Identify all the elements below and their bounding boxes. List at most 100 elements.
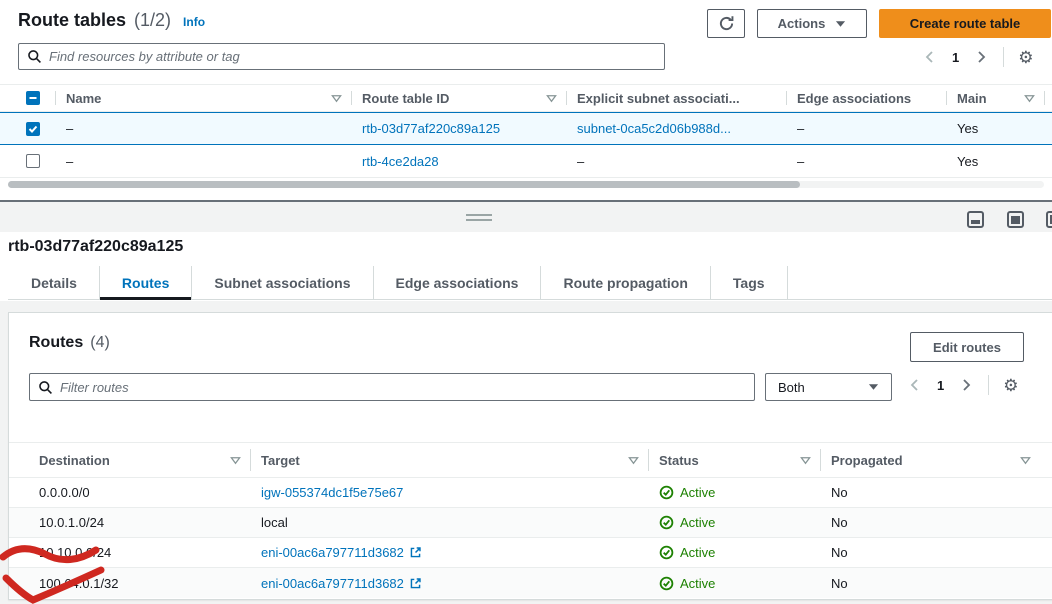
- refresh-icon: [718, 15, 735, 32]
- table-row[interactable]: – rtb-4ce2da28 – – Yes: [0, 145, 1052, 178]
- prev-page-icon[interactable]: [907, 377, 923, 393]
- column-header-destination[interactable]: Destination: [29, 443, 251, 477]
- propagated-cell: No: [821, 515, 1052, 530]
- status-label: Active: [680, 576, 715, 591]
- tab-tags[interactable]: Tags: [711, 266, 788, 299]
- refresh-button[interactable]: [707, 9, 745, 38]
- status-active-icon: [659, 515, 674, 530]
- propagated-cell: No: [821, 576, 1052, 591]
- page-number[interactable]: 1: [952, 50, 959, 65]
- panel-tabs: Details Routes Subnet associations Edge …: [8, 266, 1052, 300]
- row-checkbox[interactable]: [26, 154, 40, 168]
- propagated-cell: No: [821, 485, 1052, 500]
- column-header-main[interactable]: Main: [947, 85, 1045, 111]
- edit-routes-button[interactable]: Edit routes: [910, 332, 1024, 362]
- tab-route-propagation[interactable]: Route propagation: [541, 266, 710, 299]
- row-checkbox[interactable]: [26, 122, 40, 136]
- edge-cell: –: [787, 154, 947, 169]
- table-row[interactable]: – rtb-03d77af220c89a125 subnet-0ca5c2d06…: [0, 112, 1052, 145]
- routes-card: Routes (4) Edit routes Both: [8, 312, 1052, 600]
- sort-icon: [628, 456, 639, 465]
- route-row[interactable]: 10.10.0.0/24 eni-00ac6a797711d3682 Activ…: [9, 538, 1052, 568]
- route-filter-select[interactable]: Both: [765, 373, 892, 401]
- divider: [1003, 47, 1004, 67]
- route-table-id-link[interactable]: rtb-03d77af220c89a125: [362, 121, 500, 136]
- caret-down-icon: [868, 383, 879, 391]
- select-all-checkbox[interactable]: [26, 91, 40, 105]
- sort-icon: [546, 94, 557, 103]
- page-number[interactable]: 1: [937, 378, 944, 393]
- routes-tab-content: Routes (4) Edit routes Both: [0, 301, 1052, 604]
- tab-edge-associations[interactable]: Edge associations: [374, 266, 542, 299]
- resource-search: [18, 43, 665, 70]
- route-table-id-link[interactable]: rtb-4ce2da28: [362, 154, 439, 169]
- panel-position-main-icon[interactable]: [1006, 210, 1025, 229]
- column-header-route-table-id[interactable]: Route table ID: [352, 85, 567, 111]
- next-page-icon[interactable]: [958, 377, 974, 393]
- status-label: Active: [680, 485, 715, 500]
- actions-button-label: Actions: [778, 16, 826, 31]
- create-route-table-label: Create route table: [910, 16, 1021, 31]
- tab-details[interactable]: Details: [8, 266, 100, 299]
- page-header: Route tables (1/2) Info: [18, 10, 205, 31]
- route-tables-console: Route tables (1/2) Info Actions Create r…: [0, 0, 1052, 604]
- subnet-cell: –: [567, 154, 787, 169]
- route-row[interactable]: 10.0.1.0/24 local Active No: [9, 508, 1052, 538]
- column-header-propagated[interactable]: Propagated: [821, 443, 1052, 477]
- column-header-status[interactable]: Status: [649, 443, 821, 477]
- create-route-table-button[interactable]: Create route table: [879, 9, 1051, 38]
- destination-cell: 10.0.1.0/24: [29, 515, 251, 530]
- routes-table: Destination Target Status Propagate: [9, 442, 1052, 598]
- status-active-icon: [659, 545, 674, 560]
- column-header-name[interactable]: Name: [56, 85, 352, 111]
- filter-routes-input[interactable]: [60, 380, 746, 395]
- horizontal-scrollbar: [8, 181, 1044, 188]
- destination-cell: 0.0.0.0/0: [29, 485, 251, 500]
- propagated-cell: No: [821, 545, 1052, 560]
- preferences-gear-icon[interactable]: ⚙: [1018, 49, 1033, 66]
- route-row[interactable]: 0.0.0.0/0 igw-055374dc1f5e75e67 Active N…: [9, 478, 1052, 508]
- select-all-cell: [8, 85, 56, 111]
- status-active-icon: [659, 576, 674, 591]
- edge-cell: –: [787, 121, 947, 136]
- resource-count: (1/2): [134, 10, 171, 31]
- panel-position-side-icon[interactable]: [1045, 210, 1052, 229]
- scrollbar-thumb[interactable]: [8, 181, 800, 188]
- preferences-gear-icon[interactable]: ⚙: [1003, 377, 1018, 394]
- name-cell: –: [56, 154, 352, 169]
- target-link[interactable]: eni-00ac6a797711d3682: [261, 576, 404, 591]
- split-panel-header-strip: [0, 202, 1052, 232]
- info-link[interactable]: Info: [183, 15, 205, 29]
- table-header-row: Name Route table ID Explicit subnet asso…: [0, 84, 1052, 112]
- page-title: Route tables: [18, 10, 126, 31]
- drag-handle-icon[interactable]: [466, 214, 492, 224]
- sort-icon: [800, 456, 811, 465]
- column-header-target[interactable]: Target: [251, 443, 649, 477]
- target-link[interactable]: eni-00ac6a797711d3682: [261, 545, 404, 560]
- target-link[interactable]: igw-055374dc1f5e75e67: [261, 485, 403, 500]
- routes-count: (4): [90, 334, 110, 352]
- sort-icon: [331, 94, 342, 103]
- sort-icon: [1024, 94, 1035, 103]
- search-input[interactable]: [49, 49, 656, 64]
- sort-icon: [1020, 456, 1031, 465]
- split-panel: rtb-03d77af220c89a125 Details Routes Sub…: [0, 200, 1052, 604]
- tab-subnet-associations[interactable]: Subnet associations: [192, 266, 373, 299]
- routes-filter: [29, 373, 755, 401]
- routes-pagination: 1 ⚙: [907, 375, 1018, 395]
- prev-page-icon[interactable]: [922, 49, 938, 65]
- search-icon: [38, 380, 53, 395]
- status-active-icon: [659, 485, 674, 500]
- actions-button[interactable]: Actions: [757, 9, 867, 38]
- tab-routes[interactable]: Routes: [100, 266, 192, 299]
- next-page-icon[interactable]: [973, 49, 989, 65]
- panel-position-bottom-icon[interactable]: [966, 210, 985, 229]
- subnet-association-link[interactable]: subnet-0ca5c2d06b988d...: [577, 121, 731, 136]
- column-header-edge-associations[interactable]: Edge associations: [787, 85, 947, 111]
- divider: [988, 375, 989, 395]
- route-row[interactable]: 100.64.0.1/32 eni-00ac6a797711d3682 Acti…: [9, 568, 1052, 598]
- main-cell: Yes: [947, 154, 1045, 169]
- sort-icon: [230, 456, 241, 465]
- column-header-explicit-subnet[interactable]: Explicit subnet associati...: [567, 85, 787, 111]
- top-pagination: 1 ⚙: [922, 47, 1033, 67]
